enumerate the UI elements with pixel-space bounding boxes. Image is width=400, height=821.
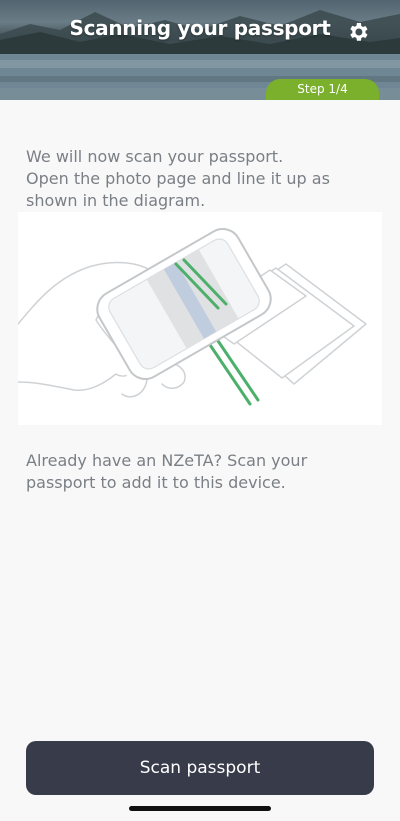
page-title: Scanning your passport [69, 16, 331, 40]
passport-scan-diagram [17, 212, 382, 425]
diagram-illustration [17, 228, 367, 406]
intro-line: We will now scan your passport. [26, 147, 284, 166]
home-indicator [129, 806, 271, 811]
intro-text: We will now scan your passport. Open the… [26, 146, 376, 212]
step-badge: Step 1/4 [266, 79, 379, 100]
header-banner: Scanning your passport Step 1/4 [0, 0, 400, 100]
existing-nzeta-note: Already have an NZeTA? Scan your passpor… [26, 450, 376, 494]
intro-line: Open the photo page and line it up as [26, 169, 330, 188]
note-line: passport to add it to this device. [26, 473, 286, 492]
note-line: Already have an NZeTA? Scan your [26, 451, 308, 470]
gear-icon[interactable] [346, 20, 370, 44]
intro-line: shown in the diagram. [26, 191, 206, 210]
scan-passport-button[interactable]: Scan passport [26, 741, 374, 795]
